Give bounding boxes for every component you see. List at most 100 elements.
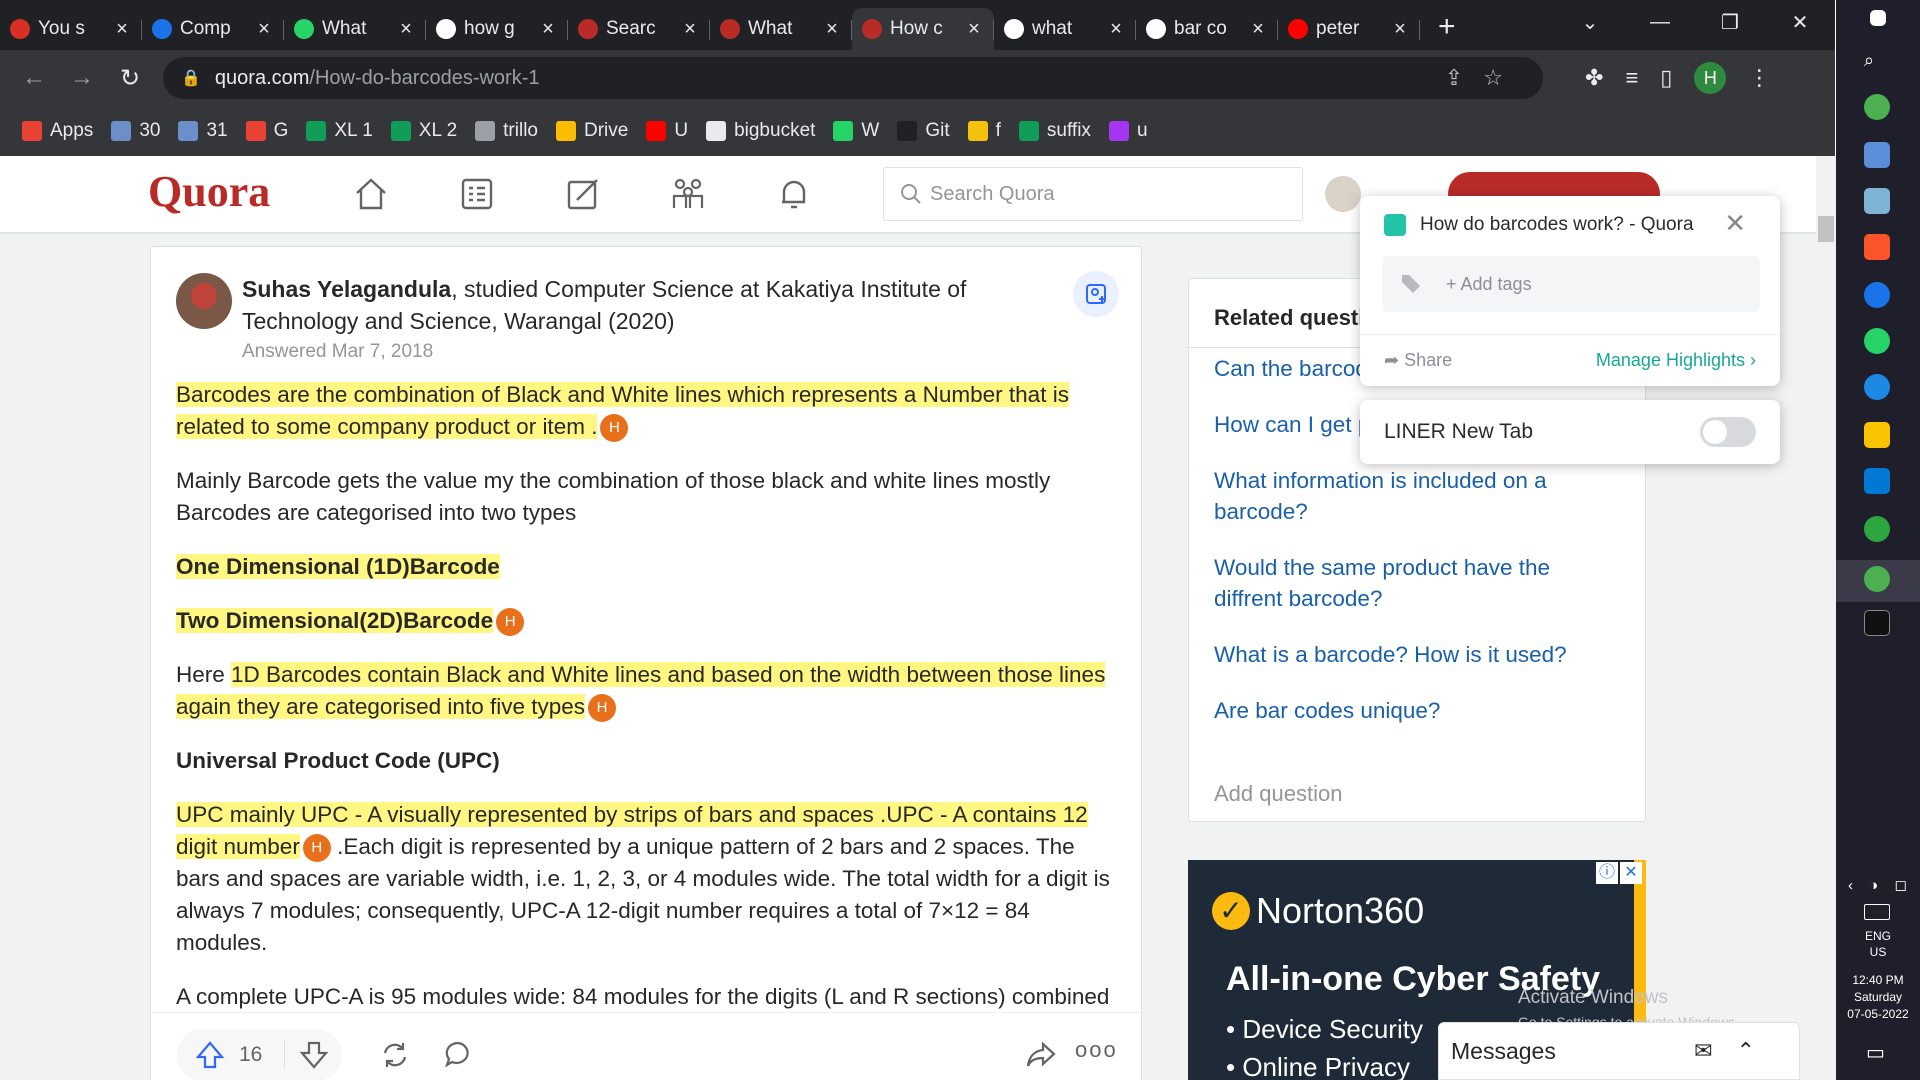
- bookmark-item[interactable]: XL 1: [306, 120, 373, 142]
- answer-icon[interactable]: [563, 174, 603, 214]
- tab[interactable]: Searc ×: [568, 8, 710, 50]
- system-tray-icons[interactable]: ‹ ◑ ◻: [1848, 876, 1913, 894]
- terminal-icon[interactable]: [1864, 610, 1890, 636]
- bookmark-item[interactable]: W: [833, 120, 879, 142]
- clock[interactable]: 12:40 PM Saturday 07-05-2022: [1836, 972, 1920, 1023]
- address-bar[interactable]: 🔒 quora.com/How-do-barcodes-work-1 ⇪☆: [163, 57, 1543, 99]
- answered-date[interactable]: Answered Mar 7, 2018: [242, 341, 433, 363]
- comment-icon[interactable]: [443, 1039, 473, 1069]
- liner-newtab-toggle[interactable]: [1700, 417, 1756, 447]
- language-indicator[interactable]: ENG US: [1836, 928, 1920, 960]
- scrollbar-thumb[interactable]: [1818, 216, 1834, 242]
- notification-icon[interactable]: ▭: [1866, 1040, 1885, 1065]
- tab[interactable]: How c ×: [852, 8, 994, 50]
- tab-close-icon[interactable]: ×: [538, 18, 558, 41]
- liner-close-icon[interactable]: ✕: [1724, 208, 1746, 239]
- messages-icons[interactable]: ✉︎⌃: [1694, 1038, 1779, 1064]
- related-question-link[interactable]: Would the same product have the diffrent…: [1214, 552, 1614, 614]
- app-icon[interactable]: [1864, 188, 1890, 214]
- highlight-badge[interactable]: H: [588, 694, 616, 723]
- tab-close-icon[interactable]: ×: [822, 18, 842, 41]
- tab-close-icon[interactable]: ×: [396, 18, 416, 41]
- tab[interactable]: bar co ×: [1136, 8, 1278, 50]
- ad-info-icon[interactable]: ⓘ: [1596, 862, 1618, 884]
- bookmark-item[interactable]: Drive: [556, 120, 628, 142]
- tab[interactable]: how g ×: [426, 8, 568, 50]
- bookmark-item[interactable]: 31: [178, 120, 228, 142]
- add-question-link[interactable]: Add question: [1214, 781, 1342, 807]
- bookmark-item[interactable]: trillo: [475, 120, 538, 142]
- bookmark-item[interactable]: u: [1108, 120, 1148, 142]
- messages-bar[interactable]: Messages ✉︎⌃: [1438, 1022, 1800, 1080]
- tab-close-icon[interactable]: ×: [1106, 18, 1126, 41]
- tab-close-icon[interactable]: ×: [1390, 18, 1410, 41]
- chrome-icon[interactable]: [1864, 94, 1890, 120]
- bookmark-item[interactable]: bigbucket: [706, 120, 815, 142]
- highlight-badge[interactable]: H: [302, 834, 331, 863]
- liner-share-button[interactable]: ➦ Share: [1384, 350, 1452, 371]
- related-question-link[interactable]: Are bar codes unique?: [1214, 695, 1614, 726]
- share-star-icons[interactable]: ⇪☆: [1445, 65, 1523, 91]
- highlighted-heading[interactable]: Two Dimensional(2D)Barcode: [176, 608, 494, 633]
- tab-close-icon[interactable]: ×: [964, 18, 984, 41]
- folder-icon[interactable]: [1864, 422, 1890, 448]
- quora-search-input[interactable]: Search Quora: [883, 167, 1303, 221]
- lock-icon[interactable]: 🔒: [181, 68, 201, 88]
- new-tab-button[interactable]: +: [1438, 10, 1456, 44]
- related-question-link[interactable]: What information is included on a barcod…: [1214, 465, 1614, 527]
- tab-close-icon[interactable]: ×: [112, 18, 132, 41]
- quora-logo[interactable]: Quora: [148, 166, 270, 217]
- bookmark-item[interactable]: suffix: [1018, 120, 1091, 142]
- notifications-icon[interactable]: [774, 174, 814, 214]
- tab[interactable]: what ×: [994, 8, 1136, 50]
- bookmark-item[interactable]: G: [245, 120, 288, 142]
- tab-close-icon[interactable]: ×: [680, 18, 700, 41]
- keyboard-icon[interactable]: [1864, 904, 1890, 920]
- whatsapp-icon[interactable]: [1864, 328, 1890, 354]
- author-name[interactable]: Suhas Yelagandula: [242, 276, 451, 302]
- tab[interactable]: peter ×: [1278, 8, 1420, 50]
- more-options-icon[interactable]: ooo: [1075, 1037, 1118, 1063]
- spaces-icon[interactable]: [668, 174, 708, 214]
- profile-avatar[interactable]: H: [1694, 62, 1727, 94]
- liner-add-tags[interactable]: + Add tags: [1382, 256, 1760, 312]
- bookmark-item[interactable]: XL 2: [390, 120, 457, 142]
- forward-icon[interactable]: →: [58, 64, 106, 92]
- highlight-badge[interactable]: H: [600, 414, 629, 443]
- extensions-icon[interactable]: ✤: [1585, 65, 1603, 91]
- highlight-badge[interactable]: H: [496, 608, 525, 637]
- side-panel-icon[interactable]: ▯: [1660, 65, 1672, 91]
- menu-icon[interactable]: ⋮: [1748, 65, 1770, 91]
- windows-start-icon[interactable]: [1870, 10, 1886, 26]
- upvote-button[interactable]: 16: [177, 1029, 342, 1080]
- tab[interactable]: What ×: [284, 8, 426, 50]
- following-icon[interactable]: [457, 174, 497, 214]
- chat-icon[interactable]: [1864, 516, 1890, 542]
- tab[interactable]: Comp ×: [142, 8, 284, 50]
- chrome-icon[interactable]: [1864, 566, 1890, 592]
- app-icon[interactable]: [1864, 142, 1890, 168]
- author-avatar[interactable]: [176, 273, 232, 329]
- restore-icon[interactable]: ❐: [1695, 10, 1765, 35]
- brave-icon[interactable]: [1864, 234, 1890, 260]
- safari-icon[interactable]: [1864, 374, 1890, 400]
- downvote-icon[interactable]: [299, 1040, 329, 1070]
- tab-close-icon[interactable]: ×: [254, 18, 274, 41]
- ad-close-icon[interactable]: ✕: [1620, 862, 1642, 884]
- highlighted-heading[interactable]: One Dimensional (1D)Barcode: [176, 554, 500, 579]
- related-question-link[interactable]: What is a barcode? How is it used?: [1214, 639, 1614, 670]
- tab-close-icon[interactable]: ×: [1248, 18, 1268, 41]
- search-icon[interactable]: ⌕: [1864, 50, 1890, 76]
- bookmark-item[interactable]: 30: [111, 120, 160, 142]
- back-icon[interactable]: ←: [10, 64, 58, 92]
- media-icon[interactable]: ≡: [1625, 65, 1638, 91]
- close-window-icon[interactable]: ✕: [1765, 10, 1835, 35]
- bookmark-item[interactable]: Git: [897, 120, 950, 142]
- share-repost-icon[interactable]: [379, 1039, 411, 1071]
- save-answer-button[interactable]: [1073, 271, 1119, 317]
- user-avatar[interactable]: [1325, 176, 1361, 212]
- share-icon[interactable]: [1025, 1039, 1057, 1071]
- bookmark-item[interactable]: f: [967, 120, 1001, 142]
- manage-highlights-link[interactable]: Manage Highlights ›: [1596, 350, 1756, 371]
- maps-icon[interactable]: [1864, 282, 1890, 308]
